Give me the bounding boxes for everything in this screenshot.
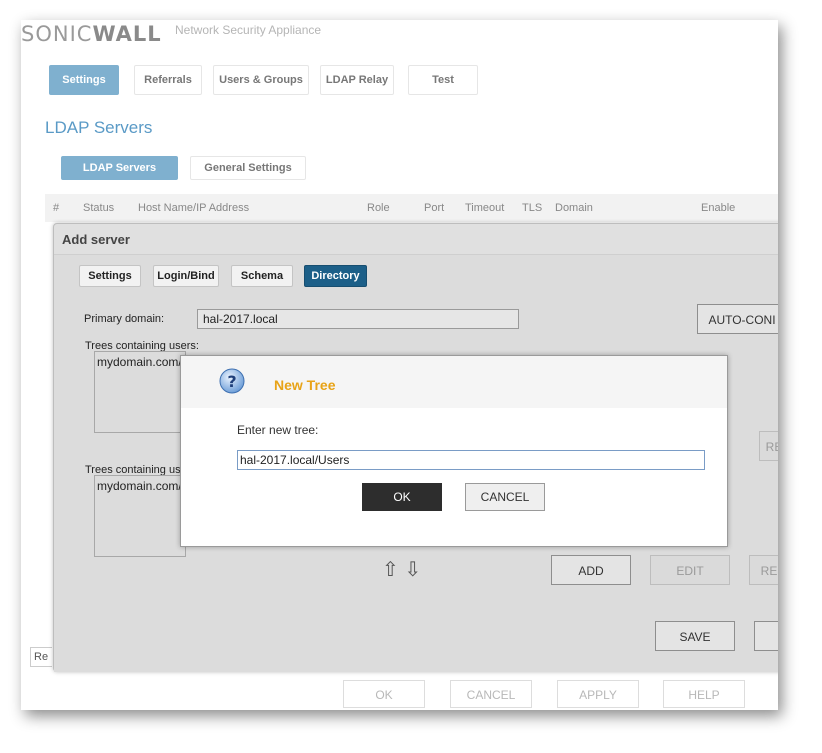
- move-up-down-icon[interactable]: ⇧ ⇩: [382, 557, 421, 582]
- save-button[interactable]: SAVE: [655, 621, 735, 651]
- background-row-stub: Re: [30, 647, 52, 667]
- col-host: Host Name/IP Address: [138, 202, 250, 214]
- footer-apply-button[interactable]: APPLY: [557, 680, 639, 708]
- modal-title: Add server: [62, 232, 130, 247]
- logo-text-wall: WALL: [92, 22, 162, 46]
- tab-settings[interactable]: Settings: [49, 65, 119, 95]
- subtab-general-settings[interactable]: General Settings: [190, 156, 306, 180]
- question-icon: ?: [219, 368, 245, 394]
- modal-tab-schema[interactable]: Schema: [231, 265, 293, 287]
- trees-users-list[interactable]: mydomain.com/: [94, 351, 186, 433]
- col-tls: TLS: [522, 202, 543, 214]
- screenshot-window: SONICWALL Network Security Appliance Set…: [21, 20, 778, 710]
- new-tree-input[interactable]: hal-2017.local/Users: [237, 450, 705, 470]
- primary-domain-field[interactable]: hal-2017.local: [197, 309, 519, 329]
- app-tagline: Network Security Appliance: [175, 23, 322, 37]
- cancel-button[interactable]: CANCEL: [465, 483, 545, 511]
- add-button[interactable]: ADD: [551, 555, 631, 585]
- footer-ok-button[interactable]: OK: [343, 680, 425, 708]
- list-item[interactable]: mydomain.com/: [97, 479, 183, 493]
- logo-text-sonic: SONIC: [21, 22, 93, 46]
- ldap-table-header: # Status Host Name/IP Address Role Port …: [45, 194, 778, 222]
- col-role: Role: [367, 202, 390, 214]
- page-title: LDAP Servers: [45, 118, 153, 137]
- tab-referrals[interactable]: Referrals: [134, 65, 202, 95]
- tab-ldap-relay[interactable]: LDAP Relay: [320, 65, 394, 95]
- new-tree-prompt: Enter new tree:: [237, 423, 319, 437]
- remove-users-tree-button[interactable]: RE: [759, 431, 778, 461]
- auto-configure-button[interactable]: AUTO-CONI: [697, 304, 778, 334]
- tab-test[interactable]: Test: [408, 65, 478, 95]
- modal-tab-login-bind[interactable]: Login/Bind: [153, 265, 219, 287]
- dialog-header: [181, 356, 727, 408]
- svg-text:?: ?: [227, 372, 236, 391]
- dialog-title: New Tree: [274, 377, 336, 393]
- col-domain: Domain: [555, 202, 593, 214]
- sonicwall-logo: SONICWALL: [21, 22, 162, 46]
- modal-tab-directory[interactable]: Directory: [304, 265, 367, 287]
- col-number: #: [53, 202, 60, 214]
- list-item[interactable]: mydomain.com/: [97, 355, 183, 369]
- footer-cancel-button[interactable]: CANCEL: [450, 680, 532, 708]
- col-timeout: Timeout: [465, 202, 505, 214]
- subtab-ldap-servers[interactable]: LDAP Servers: [61, 156, 178, 180]
- col-port: Port: [424, 202, 445, 214]
- trees-groups-list[interactable]: mydomain.com/: [94, 475, 186, 557]
- edit-button[interactable]: EDIT: [650, 555, 730, 585]
- col-enable: Enable: [701, 202, 736, 214]
- new-tree-dialog: ? New Tree Enter new tree: hal-2017.loca…: [180, 355, 728, 547]
- footer-help-button[interactable]: HELP: [663, 680, 745, 708]
- tab-users-groups[interactable]: Users & Groups: [213, 65, 309, 95]
- ok-button[interactable]: OK: [362, 483, 442, 511]
- modal-tab-settings[interactable]: Settings: [79, 265, 141, 287]
- remove-groups-tree-button[interactable]: RE: [749, 555, 778, 585]
- cancel-modal-button[interactable]: [754, 621, 778, 651]
- primary-domain-label: Primary domain:: [84, 313, 165, 325]
- col-status: Status: [83, 202, 115, 214]
